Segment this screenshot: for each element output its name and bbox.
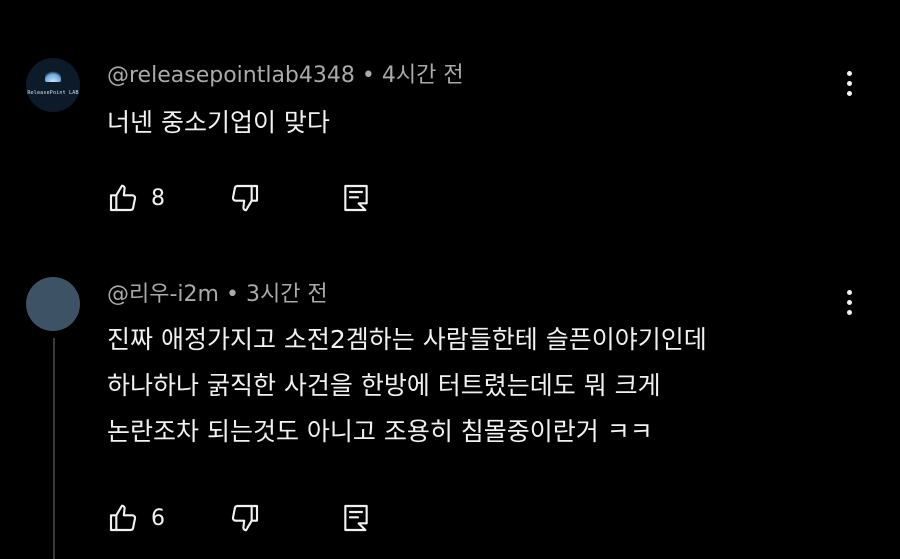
comment-1: ReleasePoint LAB @releasepointlab4348 • 4시… <box>0 0 900 250</box>
author-name[interactable]: @releasepointlab4348 <box>107 63 355 88</box>
dislike-button[interactable] <box>229 178 261 218</box>
meta-separator: • <box>361 63 375 88</box>
more-vert-icon-dot <box>846 90 852 96</box>
more-options-button[interactable] <box>834 282 864 322</box>
timestamp[interactable]: 4시간 전 <box>382 63 464 88</box>
comment-text: 너넨 중소기업이 맞다 <box>107 100 330 146</box>
author-name[interactable]: @리우-i2m <box>107 282 219 307</box>
thumbs-down-icon <box>231 504 259 532</box>
more-vert-icon-dot <box>846 309 852 315</box>
thumbs-up-icon <box>109 184 137 212</box>
like-button[interactable]: 8 <box>107 178 165 218</box>
lamp-icon <box>45 70 61 82</box>
reply-icon <box>344 184 368 212</box>
more-vert-icon <box>846 289 852 295</box>
comment-header: @releasepointlab4348 • 4시간 전 <box>107 62 464 90</box>
like-count: 6 <box>151 505 165 531</box>
comment-header: @리우-i2m • 3시간 전 <box>107 281 328 309</box>
thread-line <box>53 338 55 559</box>
like-button[interactable]: 6 <box>107 498 165 538</box>
more-vert-icon-dot <box>846 80 852 86</box>
dislike-button[interactable] <box>229 498 261 538</box>
comment-line: 논란조차 되는것도 아니고 조용히 침몰중이란거 ㅋㅋ <box>107 417 653 446</box>
avatar[interactable]: ReleasePoint LAB <box>26 58 80 112</box>
avatar[interactable] <box>26 277 80 331</box>
timestamp[interactable]: 3시간 전 <box>246 282 328 307</box>
more-vert-icon <box>846 70 852 76</box>
reply-button[interactable] <box>340 178 372 218</box>
avatar-logo-text: ReleasePoint LAB <box>27 90 79 96</box>
thumbs-up-icon <box>109 504 137 532</box>
like-count: 8 <box>151 185 165 211</box>
comment-text: 진짜 애정가지고 소전2겜하는 사람들한테 슬픈이야기인데 하나하나 굵직한 사… <box>107 317 707 455</box>
more-vert-icon-dot <box>846 299 852 305</box>
comment-line: 진짜 애정가지고 소전2겜하는 사람들한테 슬픈이야기인데 <box>107 325 707 354</box>
comment-line: 하나하나 굵직한 사건을 한방에 터트렸는데도 뭐 크게 <box>107 371 661 400</box>
comment-line: 너넨 중소기업이 맞다 <box>107 108 330 137</box>
meta-separator: • <box>225 282 239 307</box>
more-options-button[interactable] <box>834 63 864 103</box>
reply-button[interactable] <box>340 498 372 538</box>
thumbs-down-icon <box>231 184 259 212</box>
comment-2: @리우-i2m • 3시간 전 진짜 애정가지고 소전2겜하는 사람들한테 슬픈이야… <box>0 250 900 559</box>
reply-icon <box>344 504 368 532</box>
